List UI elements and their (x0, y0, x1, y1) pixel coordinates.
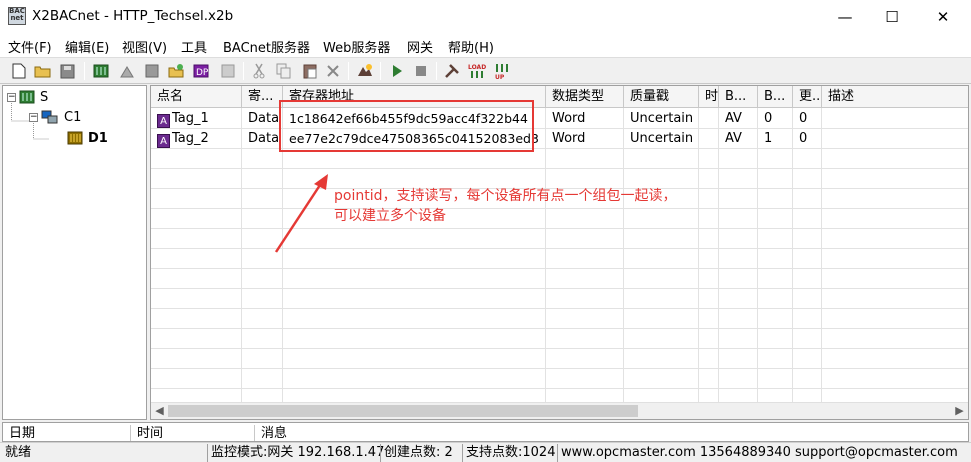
menu-help[interactable]: 帮助(H) (448, 37, 494, 56)
cell-update: 0 (799, 131, 808, 146)
horizontal-scrollbar[interactable]: ◀ ▶ (151, 402, 968, 419)
log-pane: 日期 时间 消息 (2, 422, 969, 442)
tools-icon[interactable] (443, 62, 461, 80)
svg-text:LOAD: LOAD (468, 64, 486, 71)
column-header-bacnet-instance[interactable]: B... (758, 86, 793, 108)
add-tag-icon[interactable] (167, 62, 185, 80)
status-created-count: 创建点数: 2 (380, 444, 453, 462)
minimize-icon: — (837, 7, 853, 26)
collapse-icon[interactable]: − (7, 92, 16, 102)
scroll-left-icon[interactable]: ◀ (151, 403, 168, 419)
cell-quality: Uncertain (630, 131, 694, 146)
cell-bacnet-instance: 1 (764, 131, 773, 146)
minimize-button[interactable]: — (822, 0, 868, 33)
add-device-icon[interactable] (143, 62, 161, 80)
window-title: X2BACnet - HTTP_Techsel.x2b (32, 8, 234, 24)
annotation-text: pointid，支持读写，每个设备所有点一个组包一起读， 可以建立多个设备 (334, 186, 676, 226)
log-header-date[interactable]: 日期 (3, 425, 131, 441)
annotation-line-1: pointid，支持读写，每个设备所有点一个组包一起读， (334, 188, 677, 204)
cell-update: 0 (799, 111, 808, 126)
add-server-icon[interactable] (92, 62, 110, 80)
app-icon-text-bottom: net (10, 14, 24, 22)
menu-bacnet-server[interactable]: BACnet服务器 (223, 37, 310, 56)
tag-icon: A (157, 114, 170, 128)
column-header-update[interactable]: 更... (793, 86, 822, 108)
tree-label-channel: C1 (64, 109, 82, 125)
menu-file[interactable]: 文件(F) (8, 37, 52, 56)
cell-bacnet-type: AV (725, 111, 742, 126)
cell-name: A Tag_1 (151, 109, 241, 129)
status-contact: www.opcmaster.com 13564889340 support@op… (557, 444, 958, 462)
title-bar: BAC net X2BACnet - HTTP_Techsel.x2b — ☐ … (0, 0, 971, 33)
status-supported-count: 支持点数:1024 (462, 444, 555, 462)
collapse-icon[interactable]: − (29, 112, 38, 122)
column-header-quality[interactable]: 质量戳 (624, 86, 699, 108)
scroll-right-icon[interactable]: ▶ (951, 403, 968, 419)
paste-icon[interactable] (301, 62, 319, 80)
close-icon: ✕ (936, 7, 950, 26)
tag-name: Tag_1 (172, 111, 209, 126)
add-channel-icon[interactable] (118, 62, 136, 80)
menu-gateway[interactable]: 网关 (407, 37, 433, 56)
status-bar: 就绪 监控模式:网关 192.168.1.47 创建点数: 2 支持点数:102… (0, 442, 971, 462)
column-header-datatype[interactable]: 数据类型 (546, 86, 624, 108)
add-many-icon[interactable]: DP (193, 62, 211, 80)
column-header-name[interactable]: 点名 (151, 86, 242, 108)
cell-bacnet-instance: 0 (764, 111, 773, 126)
maximize-button[interactable]: ☐ (869, 0, 915, 33)
properties-icon[interactable] (219, 62, 237, 80)
column-header-time[interactable]: 时 (699, 86, 719, 108)
cell-name: A Tag_2 (151, 129, 241, 149)
highlight-box (279, 100, 534, 152)
svg-text:DP: DP (196, 68, 209, 78)
device-icon (67, 131, 83, 145)
load-icon[interactable]: LOAD (468, 62, 486, 80)
tree-node-channel[interactable]: − C1 (29, 108, 81, 126)
channel-icon (41, 110, 58, 124)
menu-tools[interactable]: 工具 (181, 37, 207, 56)
menu-web-server[interactable]: Web服务器 (323, 37, 390, 56)
menu-edit[interactable]: 编辑(E) (65, 37, 109, 56)
upload-icon[interactable]: UP (493, 62, 511, 80)
tag-icon: A (157, 134, 170, 148)
menu-bar: 文件(F) 编辑(E) 视图(V) 工具 BACnet服务器 Web服务器 网关… (0, 33, 971, 57)
annotation-arrow-icon (274, 174, 328, 253)
cell-bacnet-type: AV (725, 131, 742, 146)
column-header-register[interactable]: 寄... (242, 86, 283, 108)
log-header-message[interactable]: 消息 (255, 425, 968, 441)
server-icon (19, 90, 35, 104)
new-file-icon[interactable] (10, 62, 28, 80)
cell-quality: Uncertain (630, 111, 694, 126)
delete-icon[interactable] (324, 62, 342, 80)
log-header-time[interactable]: 时间 (131, 425, 255, 441)
tree-node-device[interactable]: D1 (67, 129, 108, 147)
status-mode: 监控模式:网关 192.168.1.47 (207, 444, 384, 462)
app-icon: BAC net (8, 7, 26, 25)
stop-icon[interactable] (412, 62, 430, 80)
monitor-icon[interactable] (356, 62, 374, 80)
cut-icon[interactable] (250, 62, 268, 80)
maximize-icon: ☐ (885, 7, 899, 26)
cell-register: Data (248, 131, 280, 146)
cell-datatype: Word (552, 131, 586, 146)
close-button[interactable]: ✕ (920, 0, 966, 33)
column-header-bacnet-type[interactable]: B... (719, 86, 758, 108)
status-ready: 就绪 (5, 445, 32, 460)
scrollbar-thumb[interactable] (168, 405, 638, 417)
cell-datatype: Word (552, 111, 586, 126)
tag-name: Tag_2 (172, 131, 209, 146)
cell-register: Data (248, 111, 280, 126)
save-icon[interactable] (58, 62, 76, 80)
toolbar: DP LOAD UP (0, 57, 971, 84)
column-header-description[interactable]: 描述 (822, 86, 968, 108)
tree-view: − S − C1 D1 (2, 85, 147, 420)
start-icon[interactable] (388, 62, 406, 80)
annotation-line-2: 可以建立多个设备 (334, 208, 446, 224)
svg-text:UP: UP (495, 74, 505, 80)
open-folder-icon[interactable] (34, 62, 52, 80)
copy-icon[interactable] (275, 62, 293, 80)
menu-view[interactable]: 视图(V) (122, 37, 167, 56)
tree-label-device: D1 (88, 130, 108, 146)
